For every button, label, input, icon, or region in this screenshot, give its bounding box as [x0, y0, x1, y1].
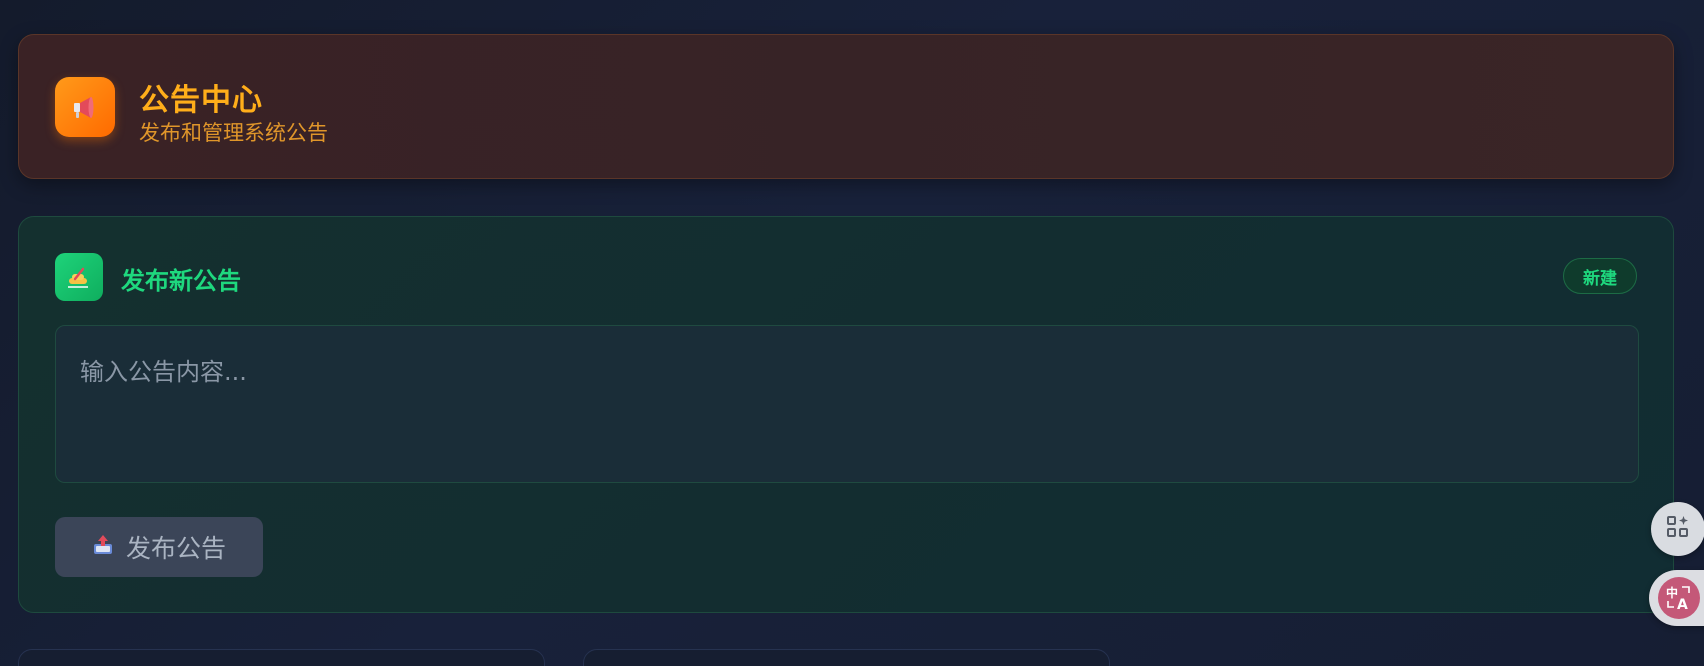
apps-sparkle-icon [1665, 514, 1691, 544]
publish-announcement-card: 发布新公告 新建 发布公告 [18, 216, 1674, 613]
page-subtitle: 发布和管理系统公告 [139, 121, 328, 145]
publish-button-label: 发布公告 [125, 534, 226, 563]
announcement-card [583, 649, 1110, 666]
megaphone-icon [55, 77, 115, 137]
page: 公告中心 发布和管理系统公告 发布新公告 新建 发布公告 [0, 0, 1704, 666]
new-badge: 新建 [1563, 258, 1637, 294]
writing-hand-icon [55, 253, 103, 301]
outbox-tray-icon [92, 533, 114, 562]
publish-section-title: 发布新公告 [121, 267, 241, 295]
translate-button[interactable]: 中 A [1649, 570, 1704, 626]
page-title: 公告中心 [139, 83, 263, 118]
header-card: 公告中心 发布和管理系统公告 [18, 34, 1674, 179]
announcement-content-input[interactable] [55, 325, 1639, 483]
announcement-card [18, 649, 545, 666]
publish-button[interactable]: 发布公告 [55, 517, 263, 577]
translate-icon: 中 A [1658, 577, 1700, 619]
apps-sparkle-button[interactable] [1651, 502, 1704, 556]
svg-text:A: A [1677, 597, 1688, 613]
